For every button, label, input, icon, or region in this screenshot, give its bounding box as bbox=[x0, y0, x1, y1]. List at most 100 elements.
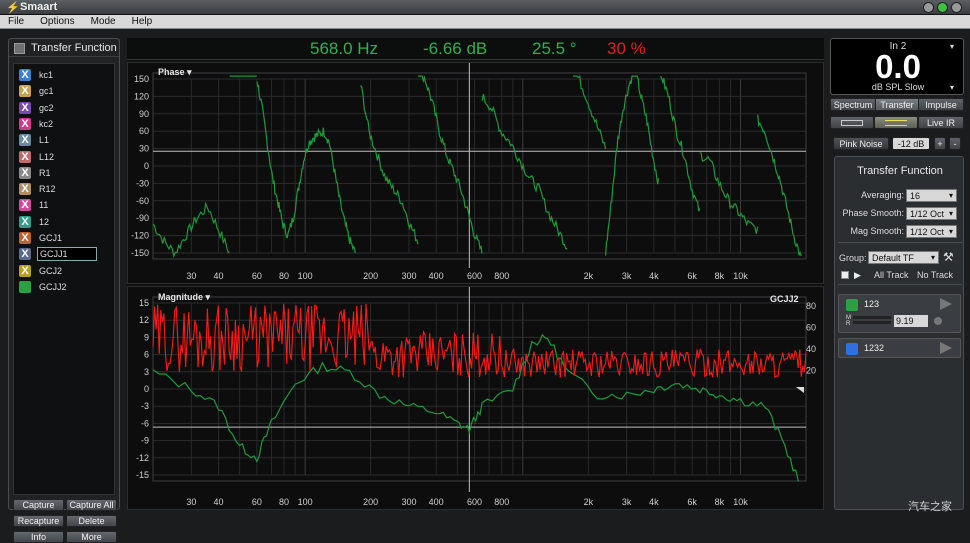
track-label[interactable]: L1 bbox=[39, 134, 49, 146]
track-toggle-icon[interactable]: X bbox=[19, 69, 31, 81]
track-toggle-icon[interactable] bbox=[19, 280, 31, 293]
track-label[interactable]: gc2 bbox=[39, 102, 54, 114]
tab-spectrum[interactable]: Spectrum bbox=[830, 98, 876, 111]
track-row[interactable]: X L12 bbox=[18, 150, 108, 165]
no-track-button[interactable]: No Track bbox=[917, 270, 953, 280]
track-label[interactable]: gc1 bbox=[39, 85, 54, 97]
track-toggle-icon[interactable]: X bbox=[19, 232, 31, 244]
minimize-button[interactable] bbox=[923, 2, 934, 13]
data-bar-panel: Transfer Function Xkc1 Xgc1 Xgc2 Xkc2 X L1 X L1… bbox=[8, 38, 120, 543]
pink-noise-button[interactable]: Pink Noise bbox=[833, 137, 889, 150]
single-view-button[interactable] bbox=[830, 116, 874, 129]
track-label[interactable]: R12 bbox=[39, 183, 56, 195]
tab-transfer[interactable]: Transfer bbox=[875, 98, 919, 111]
x-tick-label: 40 bbox=[214, 497, 224, 507]
track-play-icon[interactable] bbox=[940, 342, 952, 354]
group-select[interactable]: Default TF ▾ bbox=[868, 251, 939, 264]
track-toggle-icon[interactable]: X bbox=[19, 117, 31, 130]
track-row[interactable]: X L1 bbox=[18, 133, 108, 148]
track-label[interactable]: GCJJ1 bbox=[37, 247, 97, 262]
capture-all-button[interactable]: Capture All bbox=[66, 499, 117, 511]
x-tick-label: 100 bbox=[298, 271, 313, 281]
menu-help[interactable]: Help bbox=[124, 15, 161, 29]
delay-finder-icon[interactable] bbox=[934, 317, 942, 325]
x-tick-label: 8k bbox=[715, 271, 725, 281]
track-label[interactable]: 12 bbox=[39, 216, 49, 228]
menu-mode[interactable]: Mode bbox=[83, 15, 124, 29]
panel-checkbox[interactable] bbox=[14, 43, 25, 54]
track-color-swatch[interactable] bbox=[846, 299, 858, 311]
x-tick-label: 4k bbox=[649, 497, 659, 507]
delay-value[interactable]: 9.19 bbox=[894, 315, 928, 327]
track-row[interactable]: X GCJJ1 bbox=[18, 247, 108, 262]
track-row[interactable]: X 11 bbox=[18, 198, 108, 213]
track-row[interactable]: X GCJ2 bbox=[18, 264, 108, 279]
track-row[interactable]: Xkc2 bbox=[18, 117, 108, 132]
phase-graph[interactable]: 1501209060300-30-60-90-120-15030 40 60 80 10… bbox=[128, 63, 823, 283]
spl-meter[interactable]: In 2 ▾ 0.0 dB SPL Slow ▾ bbox=[830, 38, 964, 95]
track-toggle-icon[interactable]: X bbox=[19, 85, 31, 98]
track-toggle-icon[interactable]: X bbox=[19, 264, 31, 277]
track-toggle-icon[interactable]: X bbox=[19, 134, 31, 147]
dual-view-button[interactable] bbox=[874, 116, 918, 129]
tab-impulse[interactable]: Impulse bbox=[918, 98, 964, 111]
mag-smooth-select[interactable]: 1/12 Oct ▾ bbox=[906, 225, 957, 238]
track-row[interactable]: X R1 bbox=[18, 166, 108, 181]
phase-smooth-value: 1/12 Oct bbox=[910, 209, 945, 219]
track-row[interactable]: Xkc1 bbox=[18, 68, 108, 83]
track-row[interactable]: Xgc1 bbox=[18, 84, 108, 99]
magnitude-plot-label[interactable]: Magnitude ▾ bbox=[158, 292, 210, 303]
magnitude-graph[interactable]: 15129630-3-6-9-12-1530 40 60 80 100 200 300 400… bbox=[128, 287, 823, 509]
track-label[interactable]: 11 bbox=[39, 199, 48, 211]
track-label[interactable]: kc1 bbox=[39, 69, 53, 81]
menu-file[interactable]: File bbox=[0, 15, 32, 29]
meter-mode-dropdown-icon[interactable]: ▾ bbox=[950, 83, 954, 92]
track-toggle-icon[interactable]: X bbox=[19, 215, 31, 228]
single-view-icon bbox=[841, 120, 863, 126]
level-down-button[interactable]: - bbox=[949, 137, 961, 150]
track-play-icon[interactable] bbox=[940, 298, 952, 310]
track-row[interactable]: Xgc2 bbox=[18, 101, 108, 116]
magnitude-plot[interactable]: 15 12 9 6 3 0 -3 -6 -9 -12 -15 30 40 60 80 100 200 300 400… bbox=[127, 286, 824, 510]
x-tick-label: 600 bbox=[467, 497, 482, 507]
track-toggle-icon[interactable]: X bbox=[19, 101, 31, 114]
track-label[interactable]: L12 bbox=[39, 151, 54, 163]
track-stop-icon[interactable] bbox=[841, 271, 849, 279]
track-play-icon[interactable]: ▶ bbox=[854, 270, 861, 281]
phase-smooth-select[interactable]: 1/12 Oct ▾ bbox=[906, 207, 957, 220]
track-label[interactable]: R1 bbox=[39, 167, 51, 179]
track-toggle-icon[interactable]: X bbox=[19, 199, 31, 212]
y-tick-label: 6 bbox=[144, 350, 149, 360]
menu-options[interactable]: Options bbox=[32, 15, 82, 29]
all-track-button[interactable]: All Track bbox=[874, 270, 909, 280]
track-label[interactable]: GCJ1 bbox=[39, 232, 62, 244]
track-label[interactable]: GCJJ2 bbox=[39, 281, 67, 293]
maximize-button[interactable] bbox=[937, 2, 948, 13]
averaging-select[interactable]: 16 ▾ bbox=[906, 189, 957, 202]
live-ir-button[interactable]: Live IR bbox=[918, 116, 964, 129]
info-button[interactable]: Info bbox=[13, 531, 64, 543]
track-row[interactable]: X GCJ1 bbox=[18, 231, 108, 246]
measurement-track-123[interactable]: 123 MR 9.19 bbox=[838, 294, 961, 333]
track-label[interactable]: GCJ2 bbox=[39, 265, 62, 277]
more-button[interactable]: More bbox=[66, 531, 117, 543]
generator-level[interactable]: -12 dB bbox=[892, 137, 930, 150]
y-tick-label: 150 bbox=[134, 74, 149, 84]
capture-button[interactable]: Capture bbox=[13, 499, 64, 511]
track-row[interactable]: GCJJ2 bbox=[18, 280, 108, 295]
track-toggle-icon[interactable]: X bbox=[19, 248, 31, 261]
track-toggle-icon[interactable]: X bbox=[19, 183, 31, 196]
phase-plot[interactable]: 150 120 90 60 30 0 -30 -60 -90 -120 -150 30 40 60 80 10… bbox=[127, 62, 824, 284]
track-label[interactable]: kc2 bbox=[39, 118, 53, 130]
phase-plot-label[interactable]: Phase ▾ bbox=[158, 67, 192, 78]
measurement-track-1232[interactable]: 1232 bbox=[838, 338, 961, 358]
tools-icon[interactable]: ⚒ bbox=[943, 250, 954, 264]
track-row[interactable]: X R12 bbox=[18, 182, 108, 197]
track-toggle-icon[interactable]: X bbox=[19, 166, 31, 179]
track-row[interactable]: X 12 bbox=[18, 215, 108, 230]
level-up-button[interactable]: + bbox=[934, 137, 946, 150]
track-toggle-icon[interactable]: X bbox=[19, 150, 31, 163]
track-color-swatch[interactable] bbox=[846, 343, 858, 355]
close-button[interactable] bbox=[951, 2, 962, 13]
coherence-tick-label: 40 bbox=[806, 344, 816, 354]
